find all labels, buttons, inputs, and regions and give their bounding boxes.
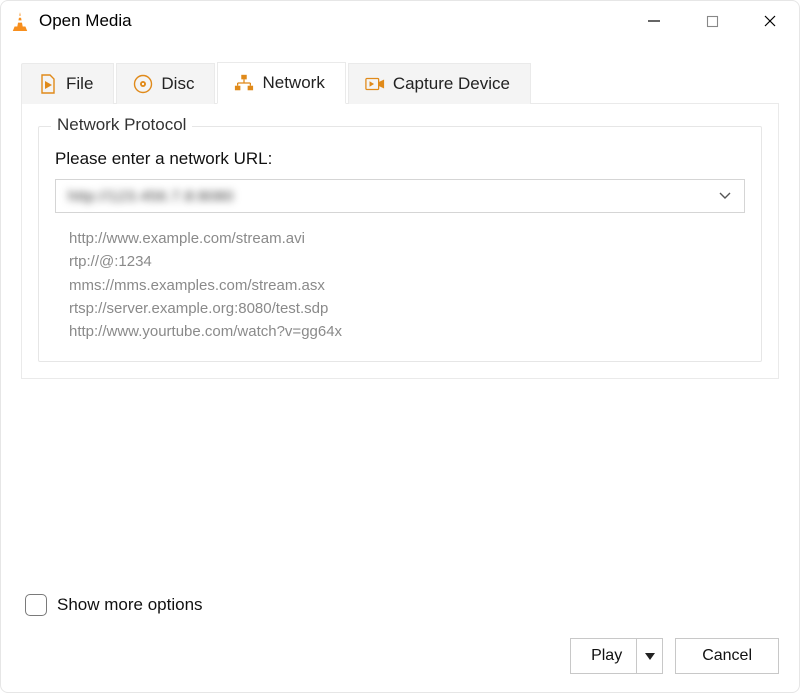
window-title: Open Media (39, 11, 132, 31)
tab-disc-label: Disc (161, 74, 194, 94)
play-button[interactable]: Play (570, 638, 663, 674)
show-more-options-label: Show more options (57, 595, 203, 615)
capture-device-icon (365, 74, 385, 94)
open-media-dialog: Open Media File (0, 0, 800, 693)
tab-file[interactable]: File (21, 63, 114, 104)
tab-capture[interactable]: Capture Device (348, 63, 531, 104)
tab-capture-label: Capture Device (393, 74, 510, 94)
tab-bar: File Disc (21, 61, 779, 104)
url-prompt: Please enter a network URL: (55, 149, 745, 169)
example-line: rtp://@:1234 (69, 250, 745, 273)
group-legend: Network Protocol (51, 115, 192, 135)
play-button-label: Play (591, 647, 636, 665)
dialog-buttons: Play Cancel (1, 638, 799, 692)
show-more-options-row: Show more options (21, 588, 779, 628)
titlebar: Open Media (1, 1, 799, 41)
dialog-content: File Disc (1, 41, 799, 638)
url-examples: http://www.example.com/stream.avi rtp://… (55, 227, 745, 343)
network-protocol-group: Network Protocol Please enter a network … (38, 126, 762, 362)
minimize-button[interactable] (625, 1, 683, 41)
show-more-options-checkbox[interactable] (25, 594, 47, 616)
disc-icon (133, 74, 153, 94)
vlc-cone-icon (11, 11, 31, 31)
example-line: http://www.yourtube.com/watch?v=gg64x (69, 320, 745, 343)
url-combobox[interactable] (55, 179, 745, 213)
tab-network[interactable]: Network (217, 62, 345, 104)
maximize-button[interactable] (683, 1, 741, 41)
network-icon (234, 73, 254, 93)
play-button-dropdown[interactable] (636, 639, 662, 673)
example-line: http://www.example.com/stream.avi (69, 227, 745, 250)
url-input[interactable] (68, 180, 716, 212)
tab-network-label: Network (262, 73, 324, 93)
network-panel: Network Protocol Please enter a network … (21, 104, 779, 379)
file-icon (38, 74, 58, 94)
example-line: rtsp://server.example.org:8080/test.sdp (69, 297, 745, 320)
example-line: mms://mms.examples.com/stream.asx (69, 274, 745, 297)
chevron-down-icon[interactable] (716, 192, 734, 200)
tab-file-label: File (66, 74, 93, 94)
cancel-button-label: Cancel (702, 647, 752, 665)
close-button[interactable] (741, 1, 799, 41)
cancel-button[interactable]: Cancel (675, 638, 779, 674)
tab-disc[interactable]: Disc (116, 63, 215, 104)
